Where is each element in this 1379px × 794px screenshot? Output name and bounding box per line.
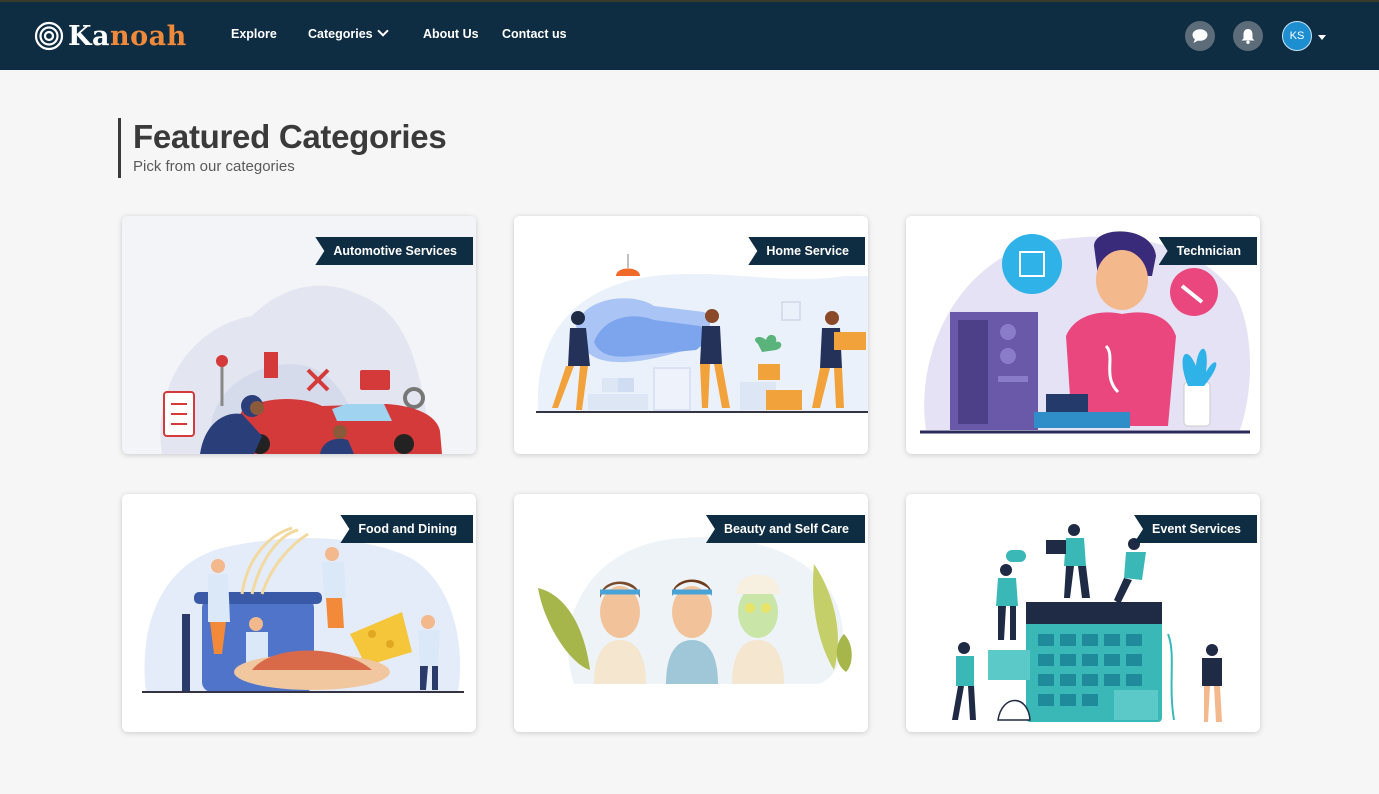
navbar: Kanoah Explore Categories About Us Conta… <box>0 2 1379 70</box>
caret-down-icon[interactable] <box>1318 35 1326 40</box>
notifications-button[interactable] <box>1233 21 1263 51</box>
category-card-beauty[interactable]: Beauty and Self Care <box>514 494 868 732</box>
nav-explore[interactable]: Explore <box>231 27 277 41</box>
category-card-automotive[interactable]: Automotive Services <box>122 216 476 454</box>
chat-button[interactable] <box>1185 21 1215 51</box>
nav-contact-us[interactable]: Contact us <box>502 27 567 41</box>
avatar[interactable]: KS <box>1282 21 1312 51</box>
logo-target-icon <box>34 21 64 51</box>
chat-icon <box>1192 29 1208 43</box>
bell-icon <box>1241 29 1255 44</box>
nav-about-us[interactable]: About Us <box>423 27 479 41</box>
category-label: Event Services <box>1134 515 1257 543</box>
category-label: Beauty and Self Care <box>705 515 865 543</box>
nav-categories[interactable]: Categories <box>308 25 389 41</box>
category-label: Home Service <box>748 237 865 265</box>
logo-text: Kanoah <box>68 20 187 52</box>
category-label: Technician <box>1158 237 1257 265</box>
category-card-technician[interactable]: Technician <box>906 216 1260 454</box>
category-card-event-services[interactable]: Event Services <box>906 494 1260 732</box>
page-subtitle: Pick from our categories <box>133 158 295 175</box>
logo[interactable]: Kanoah <box>34 20 187 52</box>
nav-categories-label: Categories <box>308 27 373 41</box>
category-label: Automotive Services <box>315 237 473 265</box>
heading-accent-bar <box>118 118 121 178</box>
category-card-home-service[interactable]: Home Service <box>514 216 868 454</box>
category-card-food-and-dining[interactable]: Food and Dining <box>122 494 476 732</box>
category-label: Food and Dining <box>340 515 473 543</box>
chevron-down-icon <box>376 25 389 37</box>
page-title: Featured Categories <box>133 118 447 155</box>
